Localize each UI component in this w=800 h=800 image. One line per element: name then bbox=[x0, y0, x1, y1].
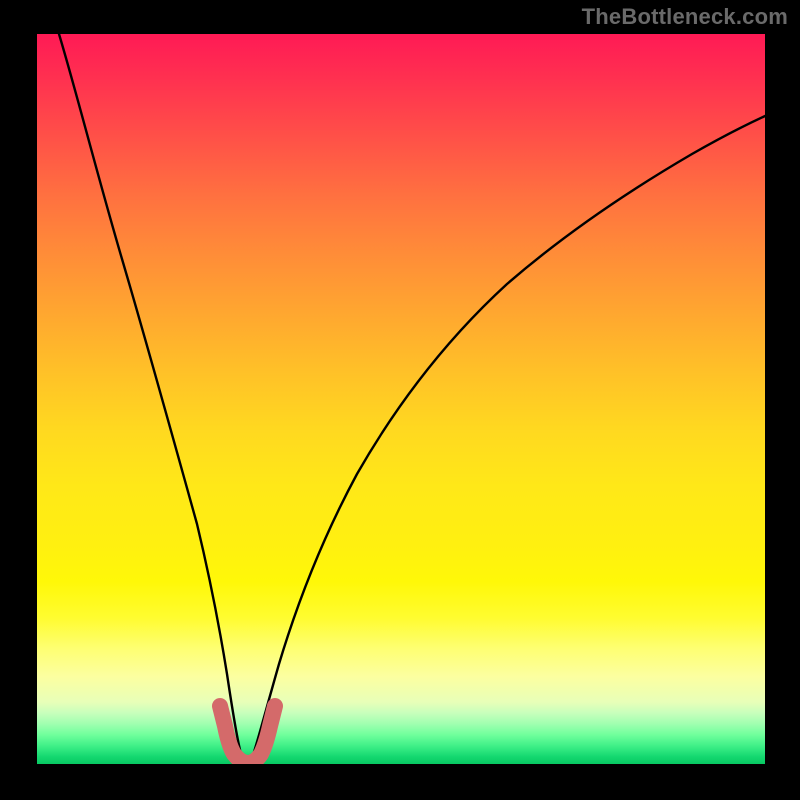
bottleneck-curve bbox=[59, 34, 765, 763]
chart-frame: TheBottleneck.com bbox=[0, 0, 800, 800]
highlight-u-shape bbox=[220, 706, 275, 763]
curve-overlay bbox=[37, 34, 765, 764]
plot-area bbox=[37, 34, 765, 764]
watermark-text: TheBottleneck.com bbox=[582, 4, 788, 30]
